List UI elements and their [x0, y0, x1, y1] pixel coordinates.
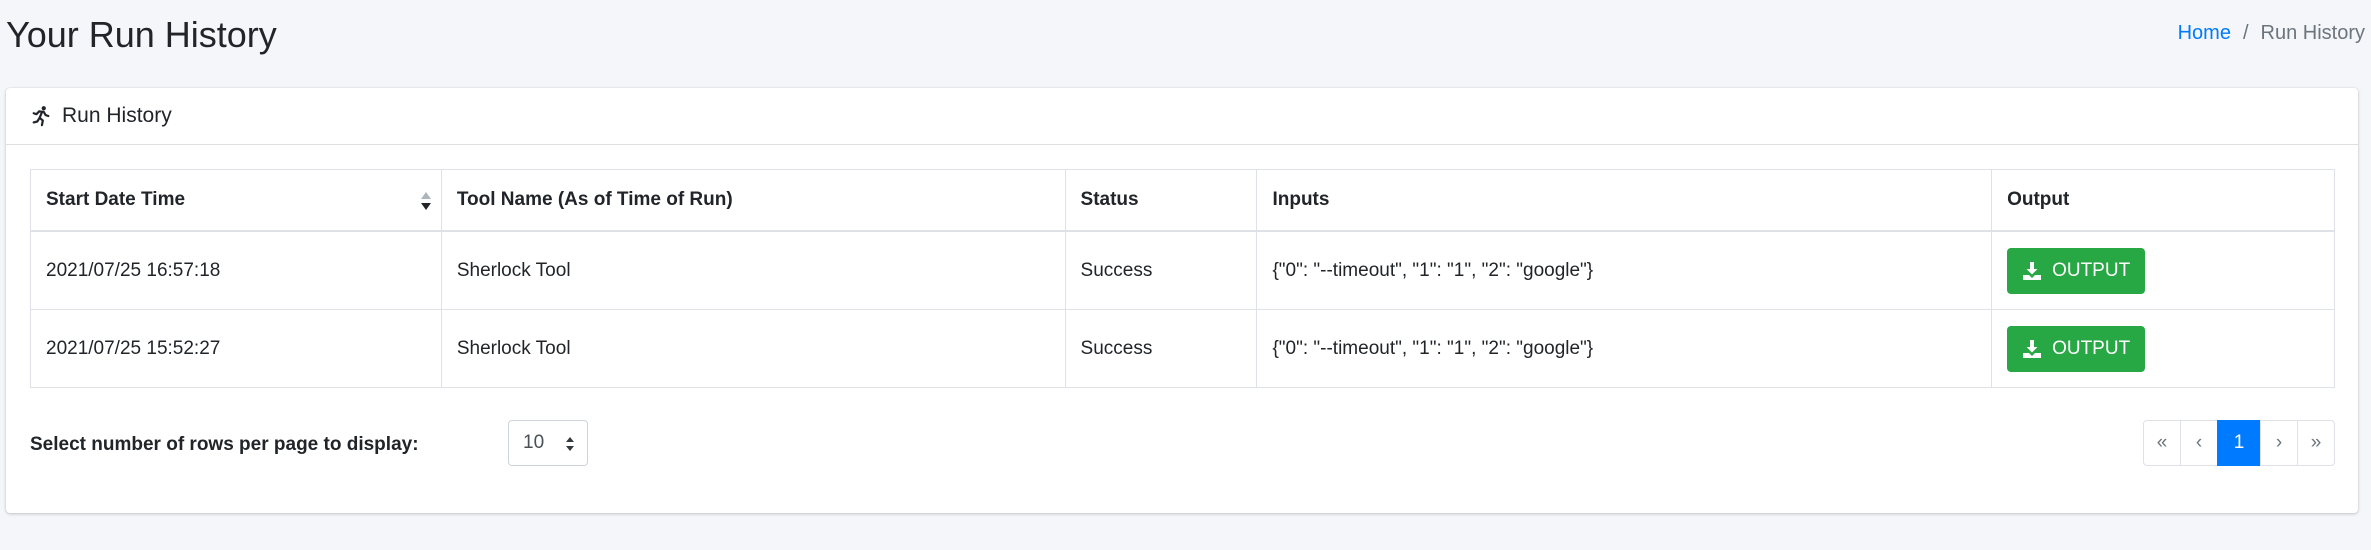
run-history-card: Run History Start Date Time Tool Name (A…	[6, 88, 2358, 513]
cell-output: OUTPUT	[1991, 309, 2335, 388]
breadcrumb-current: Run History	[2260, 22, 2365, 44]
card-header: Run History	[6, 88, 2358, 145]
table-row: 2021/07/25 16:57:18 Sherlock Tool Succes…	[30, 230, 2335, 310]
pagination-page-1[interactable]: 1	[2217, 420, 2261, 466]
pagination-prev-button[interactable]: ‹	[2180, 420, 2218, 466]
run-history-table-wrapper: Start Date Time Tool Name (As of Time of…	[30, 169, 2335, 388]
table-header-row: Start Date Time Tool Name (As of Time of…	[30, 169, 2335, 232]
rows-per-page-value: 10	[523, 432, 545, 453]
pagination-next-button[interactable]: ›	[2260, 420, 2298, 466]
column-header-start-date-time[interactable]: Start Date Time	[30, 169, 442, 232]
column-header-status: Status	[1064, 169, 1258, 232]
breadcrumb-separator: /	[2242, 22, 2249, 44]
cell-start-date-time: 2021/07/25 16:57:18	[30, 230, 442, 310]
cell-inputs: {"0": "--timeout", "1": "1", "2": "googl…	[1256, 230, 1993, 310]
sort-icon[interactable]	[419, 191, 433, 211]
cell-status: Success	[1064, 309, 1258, 388]
download-icon	[2023, 339, 2042, 358]
breadcrumb: Home / Run History	[2178, 22, 2365, 45]
output-button-label: OUTPUT	[2052, 337, 2131, 359]
cell-tool-name: Sherlock Tool	[440, 309, 1066, 388]
run-history-table: Start Date Time Tool Name (As of Time of…	[30, 169, 2335, 388]
output-download-button[interactable]: OUTPUT	[2007, 247, 2146, 294]
download-icon	[2023, 261, 2042, 280]
output-download-button[interactable]: OUTPUT	[2007, 325, 2146, 372]
cell-tool-name: Sherlock Tool	[440, 230, 1066, 310]
rows-per-page-select[interactable]: 10	[508, 420, 588, 466]
pagination-last-button[interactable]: »	[2297, 420, 2335, 466]
column-header-inputs: Inputs	[1256, 169, 1993, 232]
pagination-first-button[interactable]: «	[2143, 420, 2181, 466]
cell-start-date-time: 2021/07/25 15:52:27	[30, 309, 442, 388]
card-title: Run History	[62, 104, 172, 127]
cell-status: Success	[1064, 230, 1258, 310]
breadcrumb-home-link[interactable]: Home	[2178, 22, 2231, 45]
select-caret-icon	[566, 437, 574, 451]
cell-output: OUTPUT	[1991, 230, 2335, 310]
column-header-output: Output	[1991, 169, 2335, 232]
running-icon	[30, 105, 52, 127]
page-title: Your Run History	[6, 14, 277, 55]
rows-per-page-label: Select number of rows per page to displa…	[30, 434, 419, 455]
column-header-tool-name: Tool Name (As of Time of Run)	[440, 169, 1066, 232]
output-button-label: OUTPUT	[2052, 259, 2131, 281]
table-row: 2021/07/25 15:52:27 Sherlock Tool Succes…	[30, 309, 2335, 388]
cell-inputs: {"0": "--timeout", "1": "1", "2": "googl…	[1256, 309, 1993, 388]
pagination: « ‹ 1 › »	[2143, 420, 2335, 466]
